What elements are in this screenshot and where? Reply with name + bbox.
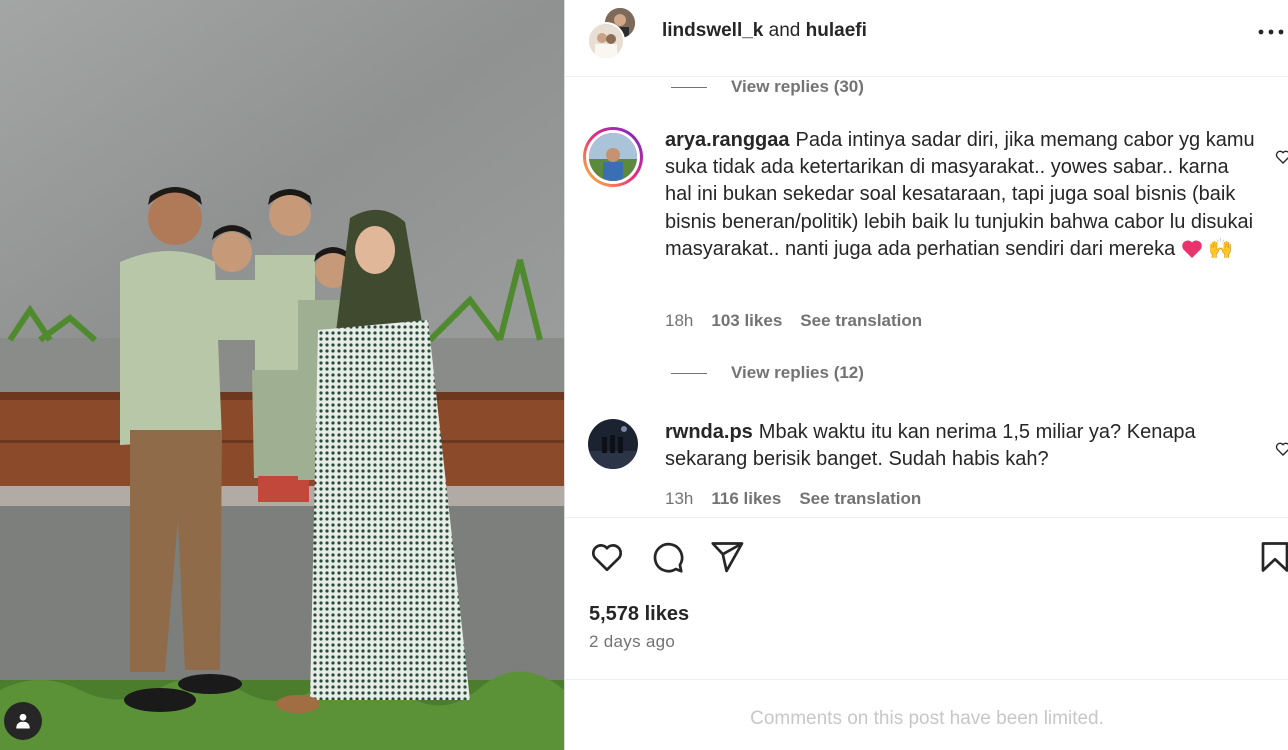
comment-body: rwnda.ps Mbak waktu itu kan nerima 1,5 mi…	[665, 419, 1255, 473]
comment-icon[interactable]	[649, 539, 685, 575]
user-tag-icon[interactable]	[4, 702, 42, 740]
comment-body: arya.ranggaa Pada intinya sadar diri, jik…	[665, 127, 1255, 263]
view-replies-label: View replies (30)	[731, 77, 864, 96]
post-actions: 5,578 likes 2 days ago	[565, 517, 1288, 680]
post-photo[interactable]	[0, 0, 564, 750]
replies-divider-line	[671, 372, 707, 374]
comment-username[interactable]: arya.ranggaa	[665, 129, 790, 151]
see-translation-link[interactable]: See translation	[799, 489, 921, 509]
bookmark-icon[interactable]	[1257, 539, 1288, 575]
author-hulaefi-link[interactable]: hulaefi	[806, 20, 867, 41]
comment-like-heart-icon[interactable]	[1275, 441, 1288, 457]
comment-like-heart-icon[interactable]	[1275, 149, 1288, 165]
post-side-panel: lindswell_k and hulaefi View replies (30…	[564, 0, 1288, 750]
comment-username[interactable]: rwnda.ps	[665, 421, 753, 443]
comment-time[interactable]: 13h	[665, 489, 693, 509]
raising-hands-emoji: 🙌	[1208, 237, 1234, 260]
view-replies-button[interactable]: View replies (12)	[671, 363, 864, 383]
post-like-count[interactable]: 5,578 likes	[589, 603, 689, 626]
share-icon[interactable]	[709, 539, 745, 575]
comment-item: rwnda.ps Mbak waktu itu kan nerima 1,5 mi…	[583, 419, 1288, 517]
view-replies-label: View replies (12)	[731, 363, 864, 382]
see-translation-link[interactable]: See translation	[800, 311, 922, 331]
post-header: lindswell_k and hulaefi	[565, 0, 1288, 77]
comment-likes[interactable]: 116 likes	[711, 489, 781, 509]
author-lindswell-link[interactable]: lindswell_k	[662, 20, 763, 41]
post-timestamp[interactable]: 2 days ago	[589, 632, 675, 652]
view-replies-button[interactable]: View replies (30)	[671, 77, 864, 97]
commenter-avatar[interactable]	[583, 127, 643, 187]
comment-item: arya.ranggaa Pada intinya sadar diri, jik…	[583, 127, 1288, 347]
authors-conjunction: and	[763, 20, 806, 41]
comment-likes[interactable]: 103 likes	[711, 311, 782, 331]
red-heart-emoji-icon	[1182, 240, 1202, 258]
avatar-hulaefi[interactable]	[587, 22, 625, 60]
comments-limited-notice: Comments on this post have been limited.	[750, 708, 1104, 729]
person-icon	[16, 713, 30, 729]
more-options-icon[interactable]	[1257, 24, 1285, 40]
comment-meta: 18h 103 likes See translation	[665, 311, 922, 331]
collab-avatars[interactable]	[587, 6, 639, 60]
comment-time[interactable]: 18h	[665, 311, 693, 331]
comment-meta: 13h 116 likes See translation	[665, 489, 921, 509]
family-photo-image	[0, 0, 564, 750]
post-authors: lindswell_k and hulaefi	[662, 20, 867, 42]
commenter-avatar[interactable]	[588, 419, 638, 469]
heart-icon[interactable]	[589, 539, 625, 575]
replies-divider-line	[671, 86, 707, 88]
comments-list[interactable]: View replies (30) arya.ranggaa Pada intin…	[565, 77, 1288, 517]
